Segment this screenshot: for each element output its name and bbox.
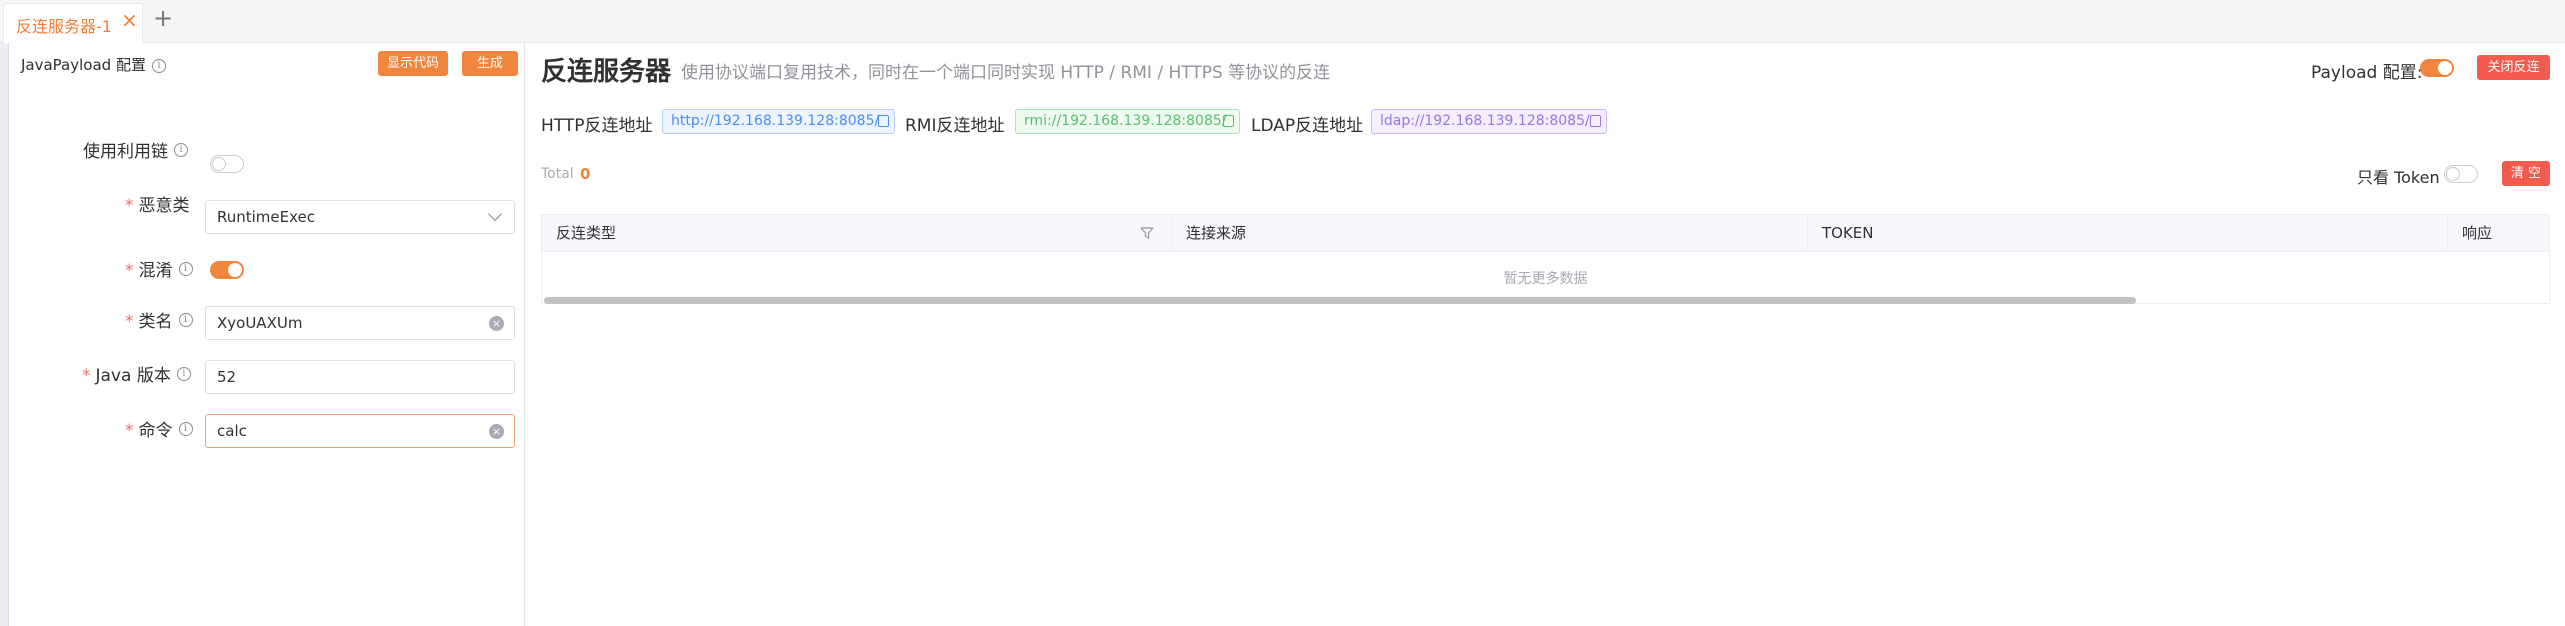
show-code-button[interactable]: 显示代码 bbox=[378, 51, 448, 76]
close-reverse-button[interactable]: 关闭反连 bbox=[2477, 55, 2550, 80]
generate-button[interactable]: 生成 bbox=[462, 51, 518, 76]
payload-config-panel: JavaPayload 配置 i 显示代码 生成 使用利用链 i * 恶意类 Runt… bbox=[9, 43, 525, 626]
toggle-knob bbox=[2438, 61, 2452, 75]
rmi-address-url: rmi://192.168.139.128:8085/ bbox=[1024, 113, 1227, 129]
java-version-label: * Java 版本 i bbox=[82, 365, 191, 387]
command-label-text: 命令 bbox=[138, 421, 173, 441]
use-chain-label: 使用利用链 i bbox=[83, 141, 188, 163]
chevron-down-icon bbox=[487, 206, 503, 222]
java-version-label-text: Java 版本 bbox=[95, 366, 171, 386]
info-icon: i bbox=[178, 313, 193, 327]
required-marker: * bbox=[82, 366, 91, 386]
page-description: 使用协议端口复用技术，同时在一个端口同时实现 HTTP / RMI / HTTP… bbox=[681, 63, 1331, 83]
use-chain-toggle[interactable] bbox=[210, 155, 244, 173]
filter-icon[interactable] bbox=[1140, 227, 1154, 239]
use-chain-label-text: 使用利用链 bbox=[83, 142, 168, 162]
command-input[interactable]: calc × bbox=[205, 414, 515, 448]
plus-icon[interactable]: + bbox=[153, 6, 173, 30]
malicious-class-label: * 恶意类 bbox=[125, 195, 190, 217]
info-icon: i bbox=[174, 143, 188, 157]
obfuscate-label-text: 混淆 bbox=[138, 261, 173, 281]
obfuscate-toggle[interactable] bbox=[210, 261, 244, 279]
required-marker: * bbox=[125, 196, 134, 216]
window-edge bbox=[0, 43, 9, 626]
info-icon: i bbox=[178, 422, 193, 436]
info-icon: i bbox=[176, 367, 191, 381]
total-label: Total bbox=[541, 166, 574, 182]
toggle-knob bbox=[228, 263, 242, 277]
token-only-label: 只看 Token bbox=[2357, 168, 2440, 187]
copy-icon[interactable] bbox=[1223, 115, 1234, 127]
copy-icon[interactable] bbox=[1590, 115, 1601, 127]
ldap-address-label: LDAP反连地址 bbox=[1251, 116, 1364, 136]
rmi-address-label: RMI反连地址 bbox=[905, 116, 1005, 136]
copy-icon[interactable] bbox=[878, 115, 889, 127]
column-header-source[interactable]: 连接来源 bbox=[1172, 215, 1808, 252]
class-name-input[interactable]: XyoUAXUm × bbox=[205, 306, 515, 340]
payload-config-label: Payload 配置: bbox=[2311, 63, 2423, 83]
http-address-url: http://192.168.139.128:8085/ bbox=[671, 113, 880, 129]
panel-title-text: JavaPayload 配置 bbox=[21, 56, 146, 74]
rmi-address-tag[interactable]: rmi://192.168.139.128:8085/ bbox=[1015, 109, 1240, 134]
app-window: 反连服务器-1 × + JavaPayload 配置 i 显示代码 生成 使用利用… bbox=[0, 0, 2565, 626]
java-version-value: 52 bbox=[217, 368, 237, 386]
http-address-label: HTTP反连地址 bbox=[541, 116, 653, 136]
table-header: 反连类型 连接来源 TOKEN 响应 bbox=[542, 215, 2549, 252]
toggle-knob bbox=[212, 156, 226, 171]
malicious-class-label-text: 恶意类 bbox=[138, 196, 190, 216]
required-marker: * bbox=[125, 312, 134, 332]
required-marker: * bbox=[125, 261, 134, 281]
ldap-address-url: ldap://192.168.139.128:8085/ bbox=[1380, 113, 1590, 129]
required-marker: * bbox=[125, 421, 134, 441]
class-name-value: XyoUAXUm bbox=[217, 314, 303, 332]
class-name-label: * 类名 i bbox=[125, 311, 193, 333]
column-header-text: 反连类型 bbox=[556, 224, 617, 242]
class-name-label-text: 类名 bbox=[138, 312, 173, 332]
info-icon: i bbox=[151, 58, 166, 73]
panel-title: JavaPayload 配置 i bbox=[21, 54, 166, 75]
info-icon: i bbox=[178, 262, 193, 276]
command-label: * 命令 i bbox=[125, 420, 193, 442]
table-empty-text: 暂无更多数据 bbox=[1503, 271, 1588, 287]
java-version-input[interactable]: 52 bbox=[205, 360, 515, 394]
malicious-class-value: RuntimeExec bbox=[217, 208, 316, 226]
column-header-reverse-type[interactable]: 反连类型 bbox=[542, 215, 1172, 252]
horizontal-scrollbar[interactable] bbox=[544, 297, 2136, 304]
http-address-tag[interactable]: http://192.168.139.128:8085/ bbox=[662, 109, 895, 134]
token-only-toggle[interactable] bbox=[2444, 165, 2478, 183]
column-header-response[interactable]: 响应 bbox=[2448, 215, 2549, 252]
command-value: calc bbox=[217, 422, 247, 440]
close-icon[interactable]: × bbox=[121, 10, 138, 30]
clear-icon[interactable]: × bbox=[489, 424, 504, 439]
clear-button[interactable]: 清 空 bbox=[2502, 161, 2550, 186]
malicious-class-select[interactable]: RuntimeExec bbox=[205, 200, 515, 234]
toggle-knob bbox=[2446, 166, 2460, 181]
clear-icon[interactable]: × bbox=[489, 316, 504, 331]
connections-table: 反连类型 连接来源 TOKEN 响应 暂无更多数据 bbox=[541, 214, 2550, 304]
tab-strip: 反连服务器-1 × + bbox=[0, 0, 2565, 43]
payload-config-toggle[interactable] bbox=[2420, 59, 2454, 77]
total-count: 0 bbox=[580, 165, 591, 183]
page-title: 反连服务器 bbox=[541, 57, 672, 87]
ldap-address-tag[interactable]: ldap://192.168.139.128:8085/ bbox=[1371, 109, 1607, 134]
column-header-token[interactable]: TOKEN bbox=[1808, 215, 2448, 252]
tab-label: 反连服务器-1 bbox=[16, 17, 112, 36]
obfuscate-label: * 混淆 i bbox=[125, 260, 193, 282]
tab-reverse-server-1[interactable]: 反连服务器-1 × bbox=[3, 3, 143, 43]
